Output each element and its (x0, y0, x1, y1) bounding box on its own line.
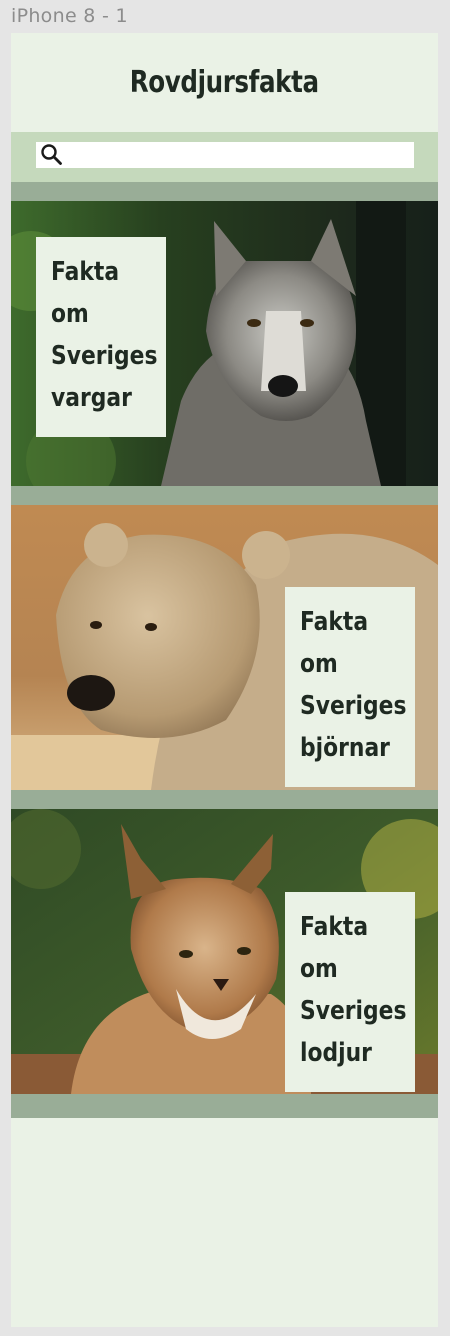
card-label-line: Sveriges (51, 341, 158, 371)
card-label-line: Fakta (300, 912, 369, 942)
card-label-line: om (300, 954, 338, 984)
separator (11, 182, 438, 201)
card-label-line: Fakta (300, 607, 369, 637)
card-wolves[interactable]: Fakta om Sveriges vargar (11, 201, 438, 486)
page-title: Rovdjursfakta (130, 65, 319, 100)
card-label-bears: Fakta om Sveriges björnar (285, 587, 415, 787)
search-input[interactable] (65, 142, 414, 168)
frame-label: iPhone 8 - 1 (11, 5, 128, 27)
artboard: Rovdjursfakta Fakta om Sveriges vargar F… (11, 33, 438, 1327)
card-label-line: Sveriges (300, 691, 407, 721)
card-label-line: om (300, 649, 338, 679)
card-lynx[interactable]: Fakta om Sveriges lodjur (11, 809, 438, 1094)
search-bar (11, 132, 438, 182)
card-label-line: vargar (51, 383, 132, 413)
card-label-lynx: Fakta om Sveriges lodjur (285, 892, 415, 1092)
card-label-line: björnar (300, 733, 390, 763)
card-label-line: Sveriges (300, 996, 407, 1026)
separator (11, 790, 438, 809)
search-box[interactable] (36, 142, 414, 168)
card-label-line: Fakta (51, 257, 120, 287)
separator (11, 1094, 438, 1118)
search-icon[interactable] (39, 142, 65, 168)
card-label-wolves: Fakta om Sveriges vargar (36, 237, 166, 437)
header: Rovdjursfakta (11, 33, 438, 132)
card-label-line: om (51, 299, 89, 329)
separator (11, 486, 438, 505)
card-label-line: lodjur (300, 1038, 372, 1068)
card-bears[interactable]: Fakta om Sveriges björnar (11, 505, 438, 790)
